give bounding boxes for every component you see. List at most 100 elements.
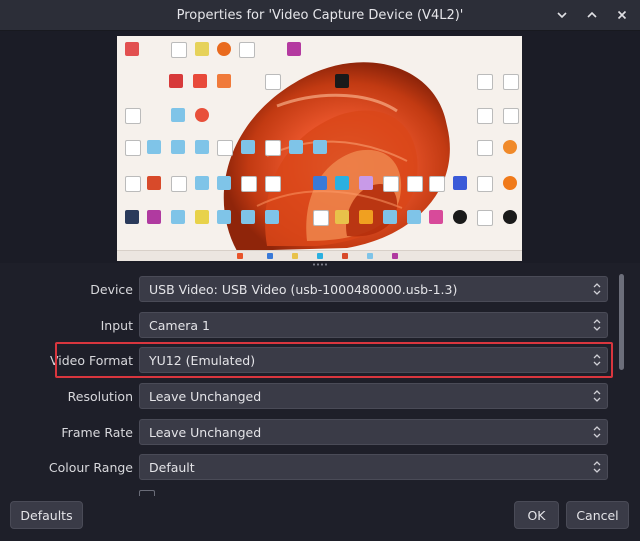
- device-label: Device: [90, 282, 133, 297]
- desktop-icon: [289, 140, 303, 154]
- desktop-icon: [477, 210, 493, 226]
- cancel-button[interactable]: Cancel: [566, 501, 629, 529]
- desktop-icon: [147, 140, 161, 154]
- desktop-icon: [125, 176, 141, 192]
- taskbar-app-icon: [342, 253, 348, 259]
- desktop-icon: [125, 42, 139, 56]
- desktop-icon: [453, 210, 467, 224]
- desktop-icon: [195, 210, 209, 224]
- desktop-icon: [335, 210, 349, 224]
- desktop-icon: [147, 176, 161, 190]
- ok-button[interactable]: OK: [514, 501, 559, 529]
- desktop-icon: [125, 108, 141, 124]
- preview-taskbar: [117, 250, 522, 261]
- resolution-row: Resolution Leave Unchanged: [0, 383, 620, 411]
- desktop-icon: [125, 210, 139, 224]
- device-row: Device USB Video: USB Video (usb-1000480…: [0, 276, 620, 304]
- desktop-icon: [171, 140, 185, 154]
- colour-range-select[interactable]: Default: [139, 454, 608, 480]
- desktop-icon: [407, 210, 421, 224]
- desktop-icon: [477, 140, 493, 156]
- input-value: Camera 1: [149, 318, 210, 333]
- resolution-select[interactable]: Leave Unchanged: [139, 383, 608, 409]
- title-bar[interactable]: Properties for 'Video Capture Device (V4…: [0, 0, 640, 31]
- colour-range-row: Colour Range Default: [0, 454, 620, 482]
- desktop-icon: [217, 74, 231, 88]
- taskbar-app-icon: [367, 253, 373, 259]
- desktop-icon: [195, 140, 209, 154]
- frame-rate-row: Frame Rate Leave Unchanged: [0, 419, 620, 447]
- desktop-icon: [217, 210, 231, 224]
- frame-rate-value: Leave Unchanged: [149, 425, 262, 440]
- desktop-icon: [147, 210, 161, 224]
- desktop-icon: [407, 176, 423, 192]
- desktop-icon: [383, 176, 399, 192]
- desktop-icon: [171, 42, 187, 58]
- desktop-icon: [383, 210, 397, 224]
- colour-range-value: Default: [149, 460, 195, 475]
- minimize-icon[interactable]: [554, 7, 570, 23]
- close-icon[interactable]: [614, 7, 630, 23]
- updown-arrows-icon: [592, 318, 602, 332]
- properties-form: Device USB Video: USB Video (usb-1000480…: [0, 268, 620, 488]
- updown-arrows-icon: [592, 425, 602, 439]
- frame-rate-label: Frame Rate: [61, 425, 133, 440]
- defaults-button[interactable]: Defaults: [10, 501, 83, 529]
- updown-arrows-icon: [592, 282, 602, 296]
- desktop-icon: [335, 74, 349, 88]
- desktop-icon: [125, 140, 141, 156]
- desktop-icon: [171, 176, 187, 192]
- desktop-icon: [171, 108, 185, 122]
- desktop-icon: [503, 108, 519, 124]
- desktop-icon: [241, 210, 255, 224]
- resolution-value: Leave Unchanged: [149, 389, 262, 404]
- desktop-icon: [265, 74, 281, 90]
- colour-range-label: Colour Range: [48, 460, 133, 475]
- taskbar-app-icon: [292, 253, 298, 259]
- partial-checkbox[interactable]: [139, 490, 155, 496]
- desktop-icon: [265, 140, 281, 156]
- desktop-icon: [453, 176, 467, 190]
- device-select[interactable]: USB Video: USB Video (usb-1000480000.usb…: [139, 276, 608, 302]
- desktop-icon: [171, 210, 185, 224]
- scrollbar-thumb[interactable]: [619, 274, 624, 370]
- desktop-icon: [503, 176, 517, 190]
- desktop-icon: [287, 42, 301, 56]
- desktop-icon: [313, 140, 327, 154]
- taskbar-app-icon: [267, 253, 273, 259]
- desktop-icon: [195, 42, 209, 56]
- splitter-handle[interactable]: [312, 263, 328, 266]
- desktop-icon: [359, 176, 373, 190]
- properties-window: Properties for 'Video Capture Device (V4…: [0, 0, 640, 541]
- desktop-icon: [429, 210, 443, 224]
- desktop-icon: [313, 176, 327, 190]
- preview-area: [0, 31, 640, 263]
- video-format-highlight: [55, 342, 613, 378]
- desktop-icon: [477, 108, 493, 124]
- video-preview: [117, 36, 522, 261]
- input-label: Input: [100, 318, 133, 333]
- desktop-icon: [359, 210, 373, 224]
- updown-arrows-icon: [592, 460, 602, 474]
- desktop-icon: [477, 74, 493, 90]
- input-row: Input Camera 1: [0, 312, 620, 340]
- desktop-icon: [335, 176, 349, 190]
- input-select[interactable]: Camera 1: [139, 312, 608, 338]
- desktop-icon: [217, 140, 233, 156]
- desktop-icon: [241, 140, 255, 154]
- desktop-icon: [195, 176, 209, 190]
- desktop-icon: [265, 176, 281, 192]
- desktop-icon: [193, 74, 207, 88]
- device-value: USB Video: USB Video (usb-1000480000.usb…: [149, 282, 458, 297]
- frame-rate-select[interactable]: Leave Unchanged: [139, 419, 608, 445]
- maximize-icon[interactable]: [584, 7, 600, 23]
- desktop-icon: [265, 210, 279, 224]
- desktop-icon: [503, 210, 517, 224]
- form-scrollbar[interactable]: [617, 268, 625, 493]
- taskbar-app-icon: [317, 253, 323, 259]
- desktop-icon: [503, 140, 517, 154]
- desktop-icon: [429, 176, 445, 192]
- desktop-icon: [313, 210, 329, 226]
- taskbar-app-icon: [392, 253, 398, 259]
- desktop-icon: [239, 42, 255, 58]
